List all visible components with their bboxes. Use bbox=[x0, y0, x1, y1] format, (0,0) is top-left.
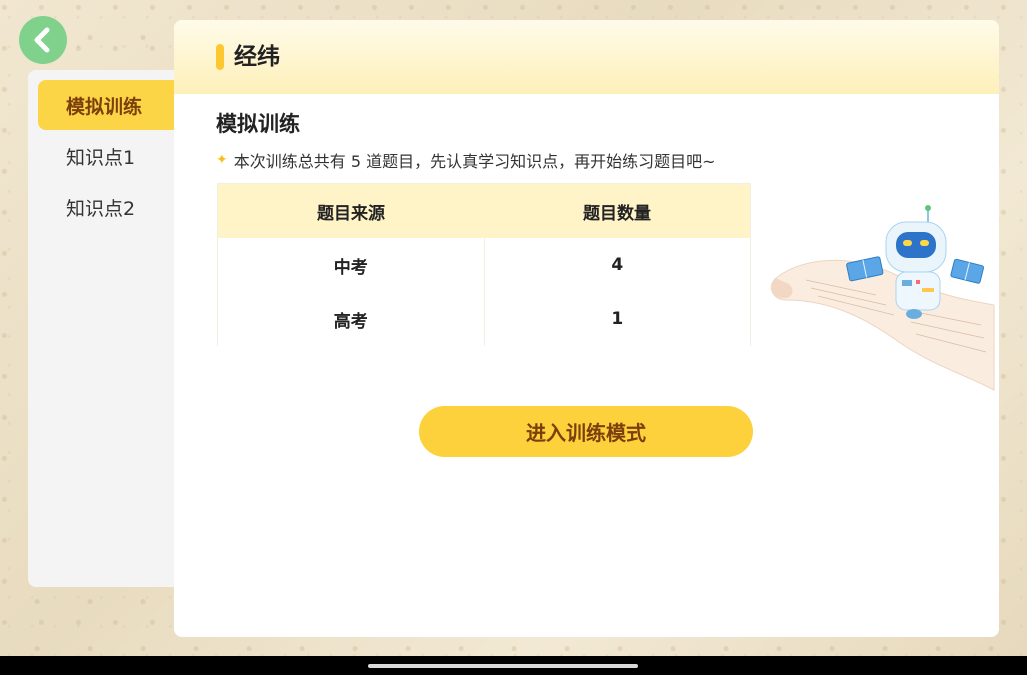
title-accent-bar bbox=[216, 44, 224, 70]
panel-header: 经纬 bbox=[174, 20, 999, 94]
sidebar-item-knowledge-1[interactable]: 知识点1 bbox=[38, 131, 178, 181]
table-cell-count: 4 bbox=[611, 255, 624, 275]
robot-illustration bbox=[770, 205, 995, 391]
table-header: 题目来源 题目数量 bbox=[218, 184, 750, 238]
system-nav-bar bbox=[0, 656, 1027, 675]
sidebar: 模拟训练 知识点1 知识点2 bbox=[28, 70, 188, 587]
table-cell-source: 中考 bbox=[218, 238, 485, 292]
sidebar-item-simulated-training[interactable]: 模拟训练 bbox=[38, 80, 178, 130]
enter-training-button[interactable]: 进入训练模式 bbox=[419, 406, 753, 457]
table-row: 高考 1 bbox=[218, 292, 750, 346]
table-cell-source: 高考 bbox=[218, 292, 485, 346]
sidebar-item-label: 知识点2 bbox=[66, 197, 136, 220]
table-row: 中考 4 bbox=[218, 238, 750, 292]
home-indicator[interactable] bbox=[368, 664, 638, 668]
table-cell-count: 1 bbox=[611, 309, 624, 329]
page-title: 经纬 bbox=[234, 44, 280, 70]
sidebar-item-label: 知识点1 bbox=[66, 146, 136, 169]
question-table: 题目来源 题目数量 中考 4 高考 1 bbox=[217, 183, 751, 346]
section-title: 模拟训练 bbox=[216, 112, 300, 136]
chevron-left-icon bbox=[34, 27, 50, 53]
sidebar-item-label: 模拟训练 bbox=[66, 95, 143, 118]
back-button[interactable] bbox=[19, 16, 67, 64]
star-icon: ✦ bbox=[216, 152, 228, 168]
notice-text: 本次训练总共有 5 道题目，先认真学习知识点，再开始练习题目吧~ bbox=[233, 152, 716, 171]
sidebar-item-knowledge-2[interactable]: 知识点2 bbox=[38, 182, 178, 232]
column-header-count: 题目数量 bbox=[583, 203, 651, 224]
column-header-source: 题目来源 bbox=[317, 203, 385, 224]
notice: ✦ 本次训练总共有 5 道题目，先认真学习知识点，再开始练习题目吧~ bbox=[216, 148, 716, 172]
